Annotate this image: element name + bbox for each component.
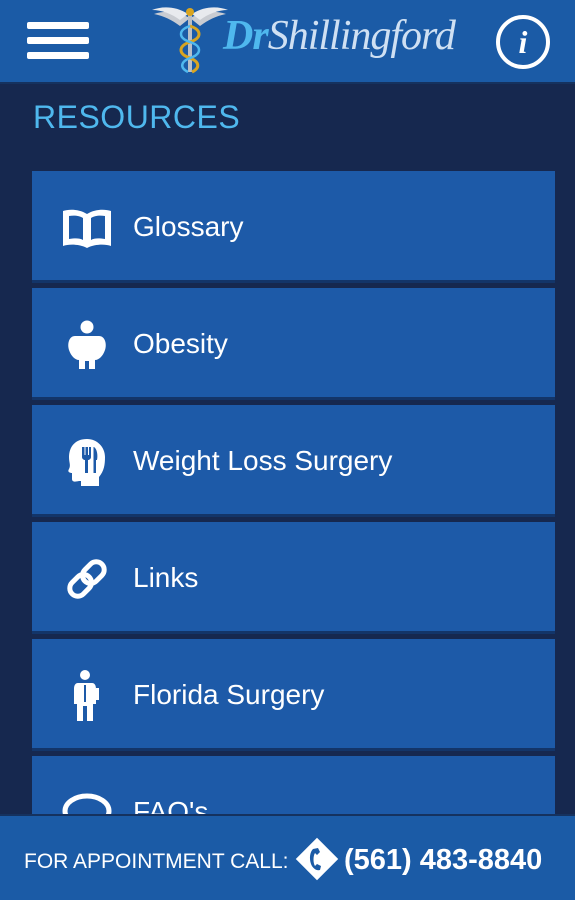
caduceus-logo-icon xyxy=(152,7,228,74)
person-obese-icon xyxy=(60,318,114,372)
phone-diamond-icon[interactable] xyxy=(294,836,340,882)
resources-list: Glossary Obesity Weight Loss Surgery Lin… xyxy=(32,171,555,814)
logo: DrShillingford xyxy=(150,4,456,76)
hamburger-menu-icon-line xyxy=(27,37,89,44)
appointment-footer: FOR APPOINTMENT CALL: (561) 483-8840 xyxy=(0,814,575,900)
logo-name: Shillingford xyxy=(267,13,456,59)
page-title: RESOURCES xyxy=(33,99,241,135)
app-header: DrShillingford i xyxy=(0,0,575,84)
hamburger-menu-icon-line xyxy=(27,52,89,59)
hamburger-menu-icon xyxy=(27,22,89,29)
list-item-label: Weight Loss Surgery xyxy=(133,445,393,476)
logo-prefix: Dr xyxy=(223,13,269,59)
list-item-links[interactable]: Links xyxy=(32,522,555,634)
list-item-weight-loss-surgery[interactable]: Weight Loss Surgery xyxy=(32,405,555,517)
surgeon-icon xyxy=(60,669,114,723)
list-item-label: FAQ's xyxy=(133,796,209,814)
appointment-label: FOR APPOINTMENT CALL: xyxy=(24,850,289,873)
logo-text: DrShillingford xyxy=(223,12,456,60)
list-item-obesity[interactable]: Obesity xyxy=(32,288,555,400)
phone-number-link[interactable]: (561) 483-8840 xyxy=(344,844,542,877)
book-icon xyxy=(60,201,114,255)
list-item-glossary[interactable]: Glossary xyxy=(32,171,555,283)
link-icon xyxy=(60,552,114,606)
list-item-florida-surgery[interactable]: Florida Surgery xyxy=(32,639,555,751)
list-item-label: Florida Surgery xyxy=(133,679,325,710)
head-fork-knife-icon xyxy=(60,435,114,489)
info-icon: i xyxy=(518,24,528,60)
info-button[interactable]: i xyxy=(496,15,550,69)
chat-bubble-icon xyxy=(60,786,114,814)
list-item-label: Links xyxy=(133,562,199,593)
list-item-label: Glossary xyxy=(133,211,244,242)
list-item-faqs[interactable]: FAQ's xyxy=(32,756,555,814)
menu-button[interactable] xyxy=(27,20,89,60)
list-item-label: Obesity xyxy=(133,328,228,359)
